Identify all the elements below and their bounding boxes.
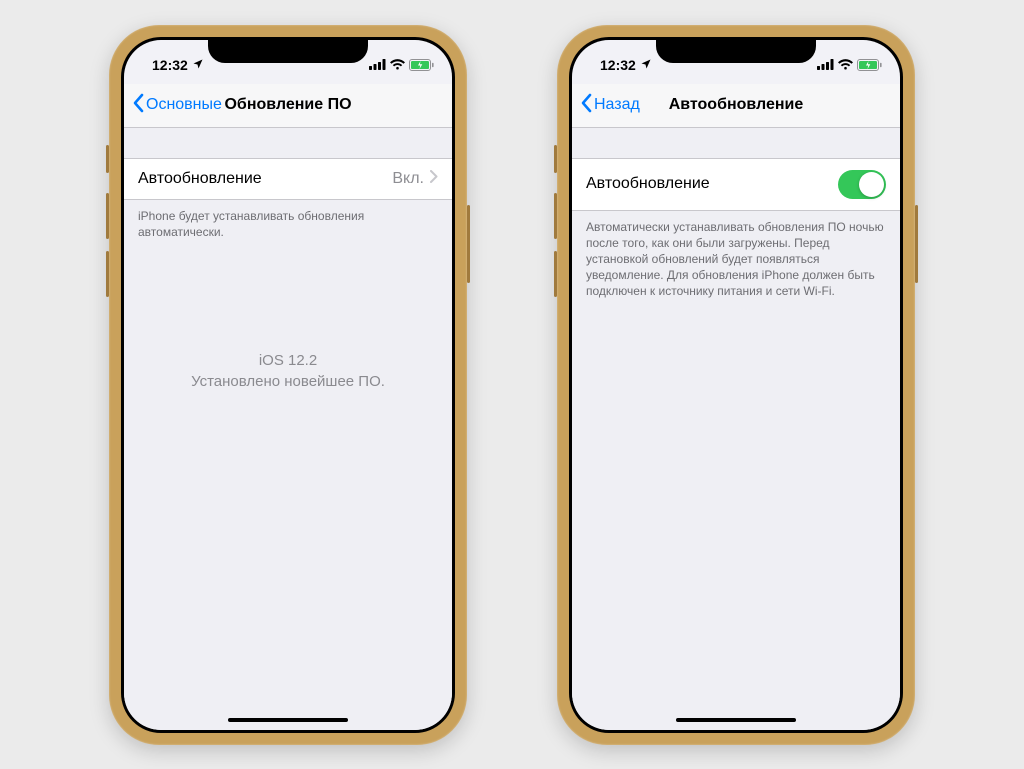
status-right bbox=[817, 59, 882, 71]
up-to-date-text: Установлено новейшее ПО. bbox=[144, 371, 432, 392]
status-time: 12:32 bbox=[600, 57, 636, 73]
status-left: 12:32 bbox=[600, 57, 652, 73]
battery-charging-icon bbox=[409, 59, 434, 71]
status-left: 12:32 bbox=[152, 57, 204, 73]
mute-switch bbox=[554, 145, 557, 173]
section-footer: iPhone будет устанавливать обновления ав… bbox=[124, 200, 452, 240]
volume-up-button bbox=[106, 193, 109, 239]
back-button[interactable]: Назад bbox=[580, 93, 640, 118]
location-icon bbox=[192, 57, 204, 73]
cellular-signal-icon bbox=[817, 59, 834, 70]
home-indicator[interactable] bbox=[676, 718, 796, 722]
phone-notch bbox=[208, 37, 368, 63]
mute-switch bbox=[106, 145, 109, 173]
auto-update-toggle[interactable] bbox=[838, 170, 886, 199]
back-button[interactable]: Основные bbox=[132, 93, 222, 118]
navigation-bar: Основные Обновление ПО bbox=[124, 84, 452, 128]
status-right bbox=[369, 59, 434, 71]
status-time: 12:32 bbox=[152, 57, 188, 73]
phone-bezel: 12:32 bbox=[121, 37, 455, 733]
volume-down-button bbox=[554, 251, 557, 297]
wifi-icon bbox=[390, 59, 405, 70]
volume-up-button bbox=[554, 193, 557, 239]
auto-update-toggle-row: Автообновление bbox=[572, 158, 900, 211]
wifi-icon bbox=[838, 59, 853, 70]
section-footer: Автоматически устанавливать обновления П… bbox=[572, 211, 900, 300]
phone-bezel: 12:32 bbox=[569, 37, 903, 733]
phone-screen-right: 12:32 bbox=[572, 40, 900, 730]
back-label: Основные bbox=[146, 96, 222, 114]
row-value: Вкл. bbox=[392, 170, 424, 188]
phone-screen-left: 12:32 bbox=[124, 40, 452, 730]
phone-mockup-left: 12:32 bbox=[109, 25, 467, 745]
phone-notch bbox=[656, 37, 816, 63]
volume-down-button bbox=[106, 251, 109, 297]
power-button bbox=[467, 205, 470, 283]
row-value-group: Вкл. bbox=[392, 170, 438, 188]
update-status-message: iOS 12.2 Установлено новейшее ПО. bbox=[124, 350, 452, 392]
auto-update-row[interactable]: Автообновление Вкл. bbox=[124, 158, 452, 200]
home-indicator[interactable] bbox=[228, 718, 348, 722]
toggle-knob bbox=[859, 172, 884, 197]
content-area: Автообновление Вкл. iPhone будет устанав… bbox=[124, 128, 452, 730]
location-icon bbox=[640, 57, 652, 73]
row-label: Автообновление bbox=[138, 170, 262, 188]
cellular-signal-icon bbox=[369, 59, 386, 70]
chevron-left-icon bbox=[132, 93, 144, 118]
chevron-left-icon bbox=[580, 93, 592, 118]
navigation-bar: Назад Автообновление bbox=[572, 84, 900, 128]
ios-version: iOS 12.2 bbox=[144, 350, 432, 371]
content-area: Автообновление Автоматически устанавлива… bbox=[572, 128, 900, 730]
phone-mockup-right: 12:32 bbox=[557, 25, 915, 745]
battery-charging-icon bbox=[857, 59, 882, 71]
back-label: Назад bbox=[594, 96, 640, 114]
chevron-right-icon bbox=[430, 170, 438, 188]
row-label: Автообновление bbox=[586, 175, 710, 193]
power-button bbox=[915, 205, 918, 283]
